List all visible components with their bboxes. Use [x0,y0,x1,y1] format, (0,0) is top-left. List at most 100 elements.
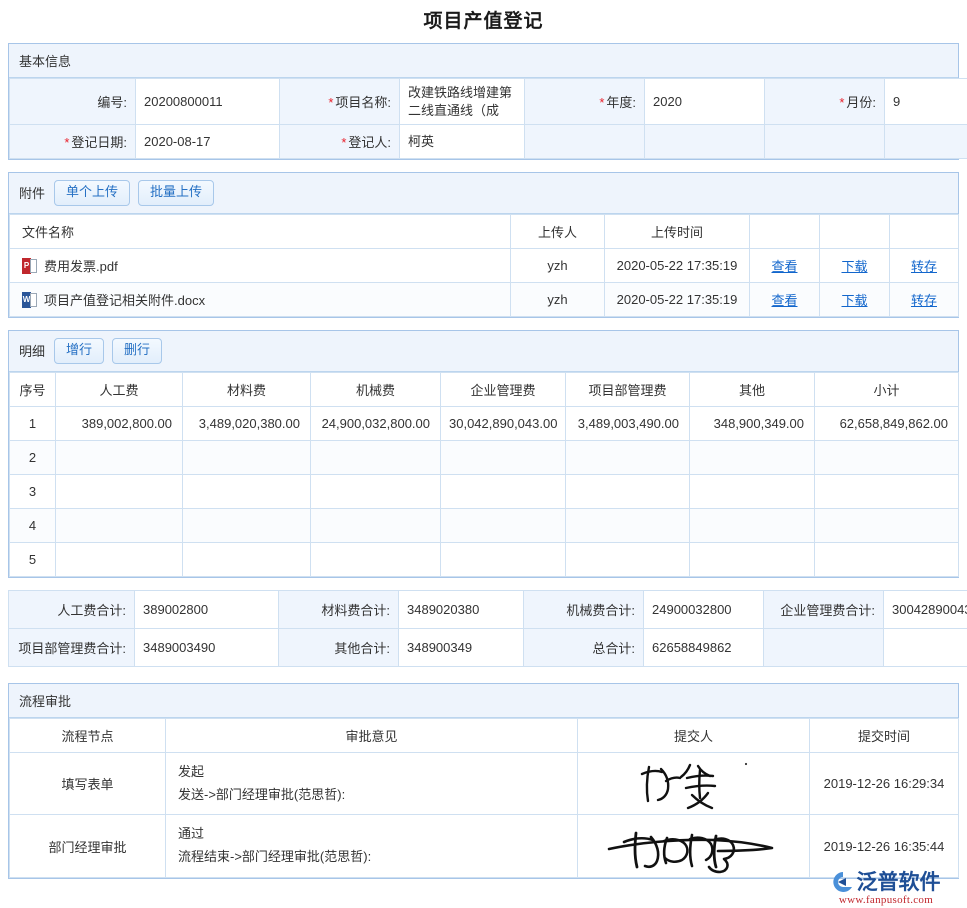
attachment-view-cell: 查看 [750,282,820,316]
save-as-link[interactable]: 转存 [911,259,937,274]
detail-labor[interactable] [56,474,183,508]
empty-cell [884,628,967,666]
detail-labor[interactable]: 389,002,800.00 [56,406,183,440]
detail-subtotal[interactable] [815,508,959,542]
detail-enterprise-mgmt[interactable] [441,542,566,576]
code-value[interactable]: 20200800011 [136,79,280,125]
workflow-table: 流程节点 审批意见 提交人 提交时间 填写表单 发起 发送->部门经理审批(范思… [9,718,959,878]
col-subtotal: 小计 [815,372,959,406]
detail-machinery[interactable] [311,474,441,508]
workflow-section-label: 流程审批 [19,691,71,710]
detail-other[interactable] [690,440,815,474]
required-marker: * [341,135,346,150]
detail-labor[interactable] [56,440,183,474]
view-link[interactable]: 查看 [771,293,797,308]
basic-info-row-2: *登记日期: 2020-08-17 *登记人: 柯英 [10,125,967,159]
detail-other[interactable] [690,508,815,542]
detail-subtotal[interactable]: 62,658,849,862.00 [815,406,959,440]
workflow-opinion-line1: 发起 [178,761,565,784]
pdf-file-icon-sheet [30,259,37,273]
detail-material[interactable] [183,542,311,576]
detail-machinery[interactable]: 24,900,032,800.00 [311,406,441,440]
col-submitter: 提交人 [578,718,810,752]
attachment-table-header: 文件名称 上传人 上传时间 [10,214,959,248]
detail-labor[interactable] [56,508,183,542]
empty-cell [765,125,885,159]
detail-other[interactable]: 348,900,349.00 [690,406,815,440]
col-machinery-cost: 机械费 [311,372,441,406]
pdf-file-icon: P [22,258,37,274]
table-row[interactable]: 1 389,002,800.00 3,489,020,380.00 24,900… [10,406,959,440]
page-title: 项目产值登记 [0,0,967,43]
basic-info-header: 基本信息 [9,44,958,78]
detail-subtotal[interactable] [815,542,959,576]
detail-material[interactable] [183,508,311,542]
batch-upload-button[interactable]: 批量上传 [138,180,214,206]
table-row: W 项目产值登记相关附件.docx yzh 2020-05-22 17:35:1… [10,282,959,316]
table-row: P 费用发票.pdf yzh 2020-05-22 17:35:19 查看 下载… [10,248,959,282]
table-row[interactable]: 2 [10,440,959,474]
detail-enterprise-mgmt[interactable] [441,508,566,542]
totals-row-2: 项目部管理费合计: 3489003490 其他合计: 348900349 总合计… [9,628,967,666]
signature-image [606,817,782,875]
workflow-opinion-line2: 流程结束->部门经理审批(范思哲): [178,846,565,869]
detail-project-mgmt[interactable]: 3,489,003,490.00 [566,406,690,440]
view-link[interactable]: 查看 [771,259,797,274]
machinery-total-label: 机械费合计: [524,590,644,628]
workflow-submit-time: 2019-12-26 16:29:34 [810,752,959,815]
word-file-icon-sheet [30,293,37,307]
detail-enterprise-mgmt[interactable] [441,474,566,508]
table-row[interactable]: 4 [10,508,959,542]
table-row[interactable]: 5 [10,542,959,576]
detail-enterprise-mgmt[interactable]: 30,042,890,043.00 [441,406,566,440]
save-as-link[interactable]: 转存 [911,293,937,308]
detail-material[interactable] [183,440,311,474]
attachment-file-name: P 费用发票.pdf [10,248,511,282]
detail-material[interactable]: 3,489,020,380.00 [183,406,311,440]
detail-subtotal[interactable] [815,474,959,508]
detail-project-mgmt[interactable] [566,474,690,508]
attachment-file-name-text: 项目产值登记相关附件.docx [44,293,205,308]
year-value[interactable]: 2020 [645,79,765,125]
grand-total-value: 62658849862 [644,628,764,666]
labor-total-label: 人工费合计: [9,590,135,628]
table-row: 填写表单 发起 发送->部门经理审批(范思哲): [10,752,959,815]
delete-row-button[interactable]: 删行 [112,338,162,364]
detail-labor[interactable] [56,542,183,576]
detail-enterprise-mgmt[interactable] [441,440,566,474]
col-flow-node: 流程节点 [10,718,166,752]
detail-seq: 4 [10,508,56,542]
attachment-table: 文件名称 上传人 上传时间 P 费用发票.pdf yzh 2020-05-22 … [9,214,959,317]
detail-subtotal[interactable] [815,440,959,474]
registration-date-value[interactable]: 2020-08-17 [136,125,280,159]
workflow-opinion: 通过 流程结束->部门经理审批(范思哲): [166,815,578,878]
download-link[interactable]: 下载 [841,293,867,308]
attachment-download-cell: 下载 [820,248,890,282]
detail-material[interactable] [183,474,311,508]
add-row-button[interactable]: 增行 [54,338,104,364]
detail-machinery[interactable] [311,508,441,542]
col-action-saveas [890,214,959,248]
detail-project-mgmt[interactable] [566,542,690,576]
table-row: 部门经理审批 通过 流程结束->部门经理审批(范思哲): [10,815,959,878]
workflow-opinion: 发起 发送->部门经理审批(范思哲): [166,752,578,815]
detail-table: 序号 人工费 材料费 机械费 企业管理费 项目部管理费 其他 小计 1 389,… [9,372,959,577]
basic-info-row-1: 编号: 20200800011 *项目名称: 改建铁路线增建第二线直通线（成 *… [10,79,967,125]
detail-other[interactable] [690,474,815,508]
month-value[interactable]: 9 [885,79,967,125]
attachment-file-name: W 项目产值登记相关附件.docx [10,282,511,316]
attachment-saveas-cell: 转存 [890,282,959,316]
download-link[interactable]: 下载 [841,259,867,274]
detail-project-mgmt[interactable] [566,440,690,474]
detail-machinery[interactable] [311,542,441,576]
table-row[interactable]: 3 [10,474,959,508]
detail-machinery[interactable] [311,440,441,474]
basic-info-form: 编号: 20200800011 *项目名称: 改建铁路线增建第二线直通线（成 *… [9,78,967,159]
single-upload-button[interactable]: 单个上传 [54,180,130,206]
detail-other[interactable] [690,542,815,576]
registrar-value[interactable]: 柯英 [400,125,525,159]
material-total-value: 3489020380 [399,590,524,628]
detail-project-mgmt[interactable] [566,508,690,542]
project-name-value[interactable]: 改建铁路线增建第二线直通线（成 [400,79,525,125]
project-mgmt-total-value: 3489003490 [135,628,279,666]
